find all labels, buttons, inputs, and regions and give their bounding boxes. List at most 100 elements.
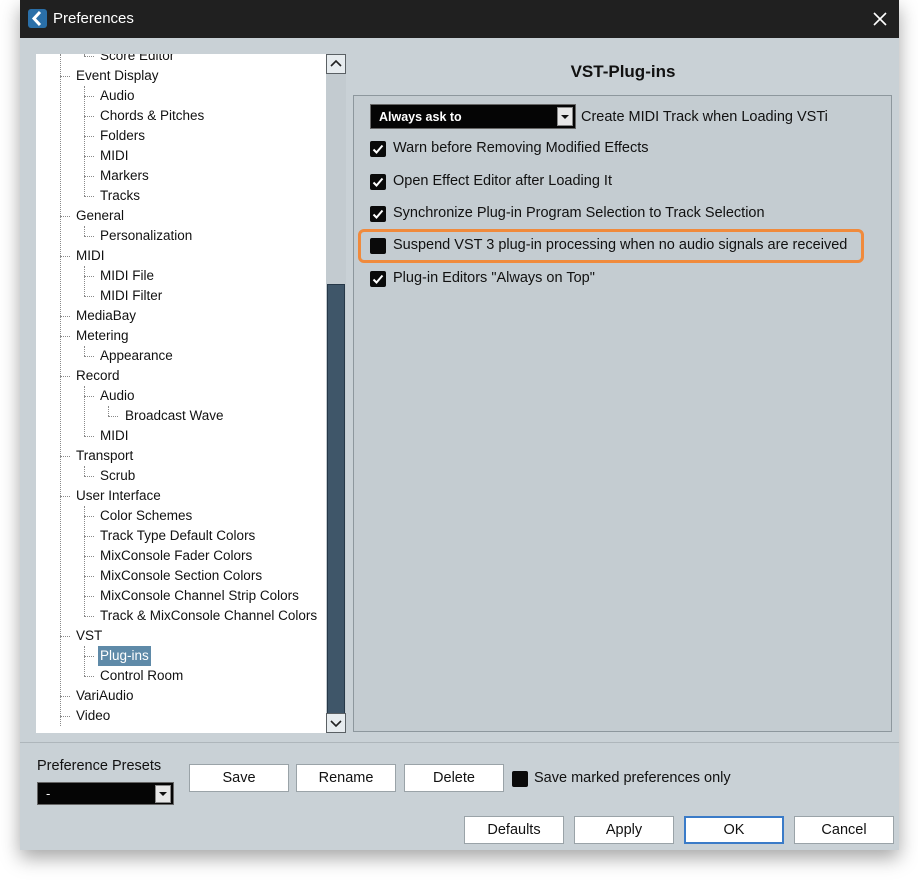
tree-item[interactable]: MIDI File (98, 266, 156, 286)
tree-item[interactable]: Appearance (98, 346, 175, 366)
tree-item[interactable]: VariAudio (74, 686, 136, 706)
tree-connector (60, 256, 70, 257)
tree-connector (60, 636, 70, 637)
cancel-button[interactable]: Cancel (794, 816, 894, 844)
suspend-vst3-checkbox[interactable] (370, 238, 386, 254)
tree-connector (84, 196, 94, 197)
tree-item[interactable]: Control Room (98, 666, 185, 686)
tree-item[interactable]: Audio (98, 386, 137, 406)
tree-connector (84, 296, 94, 297)
tree-item[interactable]: Plug-ins (98, 646, 151, 666)
editors-always-on-top-checkbox[interactable] (370, 271, 386, 287)
tree-connector (60, 496, 70, 497)
tree-connector (84, 136, 94, 137)
tree-connector (60, 316, 70, 317)
tree-item[interactable]: MIDI (98, 426, 131, 446)
tree-connector (84, 616, 94, 617)
tree-item[interactable]: Markers (98, 166, 151, 186)
settings-content-box (353, 95, 892, 732)
ok-button[interactable]: OK (684, 816, 784, 844)
tree-connector (84, 236, 94, 237)
tree-item[interactable]: VST (74, 626, 104, 646)
tree-guide-line (84, 346, 85, 356)
scroll-down-icon[interactable] (326, 713, 346, 733)
tree-item[interactable]: Broadcast Wave (123, 406, 226, 426)
warn-removing-label: Warn before Removing Modified Effects (393, 140, 649, 156)
tree-item[interactable]: Scrub (98, 466, 137, 486)
tree-connector (84, 676, 94, 677)
tree-item[interactable]: MediaBay (74, 306, 138, 326)
tree-connector (84, 536, 94, 537)
editors-always-on-top-label: Plug-in Editors "Always on Top" (393, 270, 595, 286)
preference-presets-select[interactable]: - (37, 782, 174, 805)
tree-item[interactable]: MIDI (74, 246, 107, 266)
rename-button[interactable]: Rename (296, 764, 396, 792)
tree-item[interactable]: Personalization (98, 226, 194, 246)
tree-connector (108, 416, 118, 417)
apply-button[interactable]: Apply (574, 816, 674, 844)
scroll-up-icon[interactable] (326, 54, 346, 74)
tree-item[interactable]: MixConsole Channel Strip Colors (98, 586, 301, 606)
tree-connector (84, 176, 94, 177)
cubase-logo-icon (28, 9, 47, 28)
tree-guide-line (84, 646, 85, 676)
defaults-button[interactable]: Defaults (464, 816, 564, 844)
warn-removing-checkbox[interactable] (370, 141, 386, 157)
synchronize-program-checkbox[interactable] (370, 206, 386, 222)
tree-item[interactable]: Track & MixConsole Channel Colors (98, 606, 319, 626)
tree-connector (84, 156, 94, 157)
tree-item[interactable]: MixConsole Fader Colors (98, 546, 254, 566)
tree-item[interactable]: Tracks (98, 186, 142, 206)
preference-presets-label: Preference Presets (37, 758, 162, 774)
tree-connector (84, 436, 94, 437)
tree-connector (84, 96, 94, 97)
delete-button[interactable]: Delete (404, 764, 504, 792)
tree-connector (60, 716, 70, 717)
create-midi-track-dropdown[interactable]: Always ask to (370, 104, 576, 129)
tree-connector (60, 76, 70, 77)
save-button[interactable]: Save (189, 764, 289, 792)
tree-connector (84, 516, 94, 517)
tree-connector (84, 276, 94, 277)
tree-guide-line (84, 266, 85, 296)
scroll-thumb[interactable] (327, 284, 345, 715)
tree-item[interactable]: Video (74, 706, 112, 726)
tree-item[interactable]: Color Schemes (98, 506, 194, 526)
tree-item[interactable]: Record (74, 366, 122, 386)
tree-item[interactable]: Metering (74, 326, 131, 346)
tree-item[interactable]: Track Type Default Colors (98, 526, 257, 546)
tree-connector (84, 356, 94, 357)
chevron-down-icon[interactable] (155, 785, 171, 803)
tree-connector (60, 696, 70, 697)
tree-item[interactable]: Folders (98, 126, 147, 146)
tree-connector (60, 336, 70, 337)
tree-guide-line (84, 86, 85, 196)
chevron-down-icon[interactable] (557, 107, 573, 126)
synchronize-program-label: Synchronize Plug-in Program Selection to… (393, 205, 765, 221)
tree-item[interactable]: Audio (98, 86, 137, 106)
close-icon[interactable] (869, 8, 891, 30)
tree-connector (84, 476, 94, 477)
title-bar: Preferences (20, 0, 899, 38)
tree-connector (84, 596, 94, 597)
tree-item[interactable]: MixConsole Section Colors (98, 566, 264, 586)
tree-item[interactable]: MIDI Filter (98, 286, 164, 306)
tree-guide-line (84, 386, 85, 436)
tree-item[interactable]: General (74, 206, 126, 226)
tree-connector (84, 576, 94, 577)
save-marked-checkbox[interactable] (512, 771, 528, 787)
dropdown-value: Always ask to (379, 110, 462, 124)
section-title: VST-Plug-ins (570, 62, 676, 81)
open-effect-editor-checkbox[interactable] (370, 174, 386, 190)
preferences-tree[interactable]: Score Editor Event Display Audio Chords & P… (36, 54, 345, 733)
tree-item[interactable]: Transport (74, 446, 135, 466)
tree-connector (60, 216, 70, 217)
tree-item[interactable]: Event Display (74, 66, 161, 86)
tree-scrollbar[interactable] (326, 54, 346, 733)
tree-item[interactable]: User Interface (74, 486, 163, 506)
tree-item[interactable]: Score Editor (98, 54, 176, 66)
tree-item[interactable]: MIDI (98, 146, 131, 166)
window-title: Preferences (53, 10, 134, 27)
tree-item[interactable]: Chords & Pitches (98, 106, 206, 126)
tree-guide-line (108, 406, 109, 416)
